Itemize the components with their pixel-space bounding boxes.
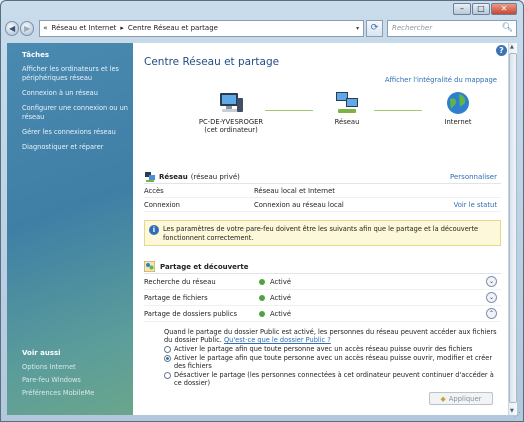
search-input[interactable]: Rechercher 🔍︎ — [387, 19, 518, 37]
sharing-row-public-folder[interactable]: Partage de dossiers publics Activé ⌃ — [144, 306, 501, 322]
minimize-button[interactable]: – — [453, 3, 471, 15]
network-row-key: Accès — [144, 186, 164, 195]
network-small-icon — [145, 171, 155, 182]
breadcrumb-item-network-center[interactable]: Centre Réseau et partage — [128, 24, 218, 32]
map-node-computer-sub: (cet ordinateur) — [204, 126, 258, 134]
radio-open-modify-create[interactable]: Activer le partage afin que toute person… — [164, 354, 501, 370]
see-also-firewall[interactable]: Pare-feu Windows — [22, 376, 130, 385]
maximize-button[interactable]: □ — [472, 3, 490, 15]
main-content: ? Centre Réseau et partage Afficher l'in… — [133, 43, 511, 415]
sharing-row-status: Activé — [270, 309, 292, 318]
window-controls: – □ ✕ — [453, 3, 517, 15]
sharing-icon — [144, 261, 155, 272]
network-row-access: Accès Réseau local et Internet — [144, 184, 501, 198]
chevron-up-icon[interactable]: ⌃ — [486, 308, 497, 319]
sidebar-item-manage-connections[interactable]: Gérer les connexions réseau — [22, 128, 130, 137]
see-also-mobileme[interactable]: Préférences MobileMe — [22, 389, 130, 398]
sidebar-item-setup-connection[interactable]: Configurer une connexion ou un réseau — [22, 104, 130, 122]
network-row-connection: Connexion Connexion au réseau local Voir… — [144, 198, 501, 212]
public-folder-description: Quand le partage du dossier Public est a… — [164, 328, 501, 344]
customize-link[interactable]: Personnaliser — [450, 173, 497, 181]
chevron-down-icon[interactable]: ⌄ — [486, 292, 497, 303]
radio-button-selected[interactable] — [164, 355, 171, 362]
radio-button[interactable] — [164, 372, 171, 379]
breadcrumb-separator-icon[interactable]: ▸ — [120, 24, 124, 32]
sharing-row-key: Partage de fichiers — [144, 293, 208, 302]
radio-button[interactable] — [164, 346, 171, 353]
search-icon[interactable]: 🔍︎ — [502, 23, 513, 33]
apply-button[interactable]: ◆ Appliquer — [429, 392, 493, 405]
back-button[interactable]: ◀ — [5, 20, 20, 36]
radio-label[interactable]: Désactiver le partage (les personnes con… — [174, 371, 501, 387]
firewall-info-banner: i Les paramètres de votre pare-feu doive… — [144, 220, 501, 246]
close-button[interactable]: ✕ — [491, 3, 517, 15]
map-link-line — [374, 110, 422, 111]
map-node-internet: Internet — [423, 90, 493, 126]
see-also-title: Voir aussi — [22, 349, 61, 357]
network-section-header: Réseau (réseau privé) Personnaliser — [144, 170, 501, 184]
resize-grip-icon[interactable]: ⋰ — [514, 411, 521, 419]
task-pane: Tâches Afficher les ordinateurs et les p… — [7, 43, 133, 415]
network-row-value: Réseau local et Internet — [254, 186, 335, 195]
map-node-network: Réseau — [312, 90, 382, 126]
map-node-network-label: Réseau — [334, 118, 360, 126]
vertical-scrollbar[interactable]: ▲ ▼ — [508, 43, 517, 415]
sharing-row-files[interactable]: Partage de fichiers Activé ⌄ — [144, 290, 501, 306]
help-icon[interactable]: ? — [496, 45, 507, 56]
see-also-internet-options[interactable]: Options Internet — [22, 363, 130, 372]
breadcrumb-item-network-internet[interactable]: Réseau et Internet — [52, 24, 117, 32]
sharing-row-status: Activé — [270, 293, 292, 302]
breadcrumb[interactable]: « Réseau et Internet ▸ Centre Réseau et … — [39, 19, 365, 37]
sharing-row-status: Activé — [270, 277, 292, 286]
map-node-computer-label: PC-DE-YVESROGER — [198, 118, 264, 126]
sharing-row-discovery[interactable]: Recherche du réseau Activé ⌄ — [144, 274, 501, 290]
globe-icon — [447, 92, 469, 114]
status-on-icon — [259, 278, 265, 285]
sharing-title: Partage et découverte — [160, 262, 249, 271]
refresh-button[interactable]: ⟳ — [366, 19, 383, 37]
sharing-row-key: Partage de dossiers publics — [144, 309, 238, 318]
network-map: PC-DE-YVESROGER (cet ordinateur) Réseau … — [144, 86, 501, 156]
network-row-key: Connexion — [144, 200, 180, 209]
network-row-value: Connexion au réseau local — [254, 200, 344, 209]
network-name: Réseau — [159, 172, 188, 181]
breadcrumb-chevron-icon: « — [43, 24, 48, 32]
radio-disable-sharing[interactable]: Désactiver le partage (les personnes con… — [164, 371, 501, 387]
public-folder-options: Quand le partage du dossier Public est a… — [144, 322, 501, 387]
sidebar-title: Tâches — [22, 51, 49, 59]
view-status-link[interactable]: Voir le statut — [454, 201, 497, 209]
status-on-icon — [259, 310, 265, 317]
public-folder-help-link[interactable]: Qu'est-ce que le dossier Public ? — [224, 336, 331, 344]
info-icon: i — [149, 225, 159, 235]
map-node-computer: PC-DE-YVESROGER (cet ordinateur) — [186, 90, 276, 134]
sidebar-item-diagnose[interactable]: Diagnostiquer et réparer — [22, 143, 130, 152]
shield-icon: ◆ — [440, 394, 446, 403]
sidebar-item-connect[interactable]: Connexion à un réseau — [22, 89, 130, 98]
chevron-down-icon[interactable]: ⌄ — [486, 276, 497, 287]
network-icon — [336, 92, 358, 113]
status-on-icon — [259, 294, 265, 301]
computer-icon — [220, 93, 243, 112]
see-also-section: Voir aussi Options Internet Pare-feu Win… — [22, 349, 130, 402]
search-placeholder: Rechercher — [392, 24, 433, 32]
map-node-internet-label: Internet — [444, 118, 472, 126]
apply-label: Appliquer — [448, 394, 482, 403]
window: – □ ✕ ◀ ▶ « Réseau et Internet ▸ Centre … — [0, 0, 524, 422]
firewall-note-text: Les paramètres de votre pare-feu doivent… — [163, 225, 479, 242]
sharing-section-header: Partage et découverte — [144, 260, 501, 274]
scrollbar-thumb[interactable] — [509, 53, 517, 403]
network-type: (réseau privé) — [190, 172, 240, 181]
page-title: Centre Réseau et partage — [144, 56, 280, 68]
radio-open-files[interactable]: Activer le partage afin que toute person… — [164, 345, 501, 353]
scroll-up-icon[interactable]: ▲ — [510, 44, 514, 50]
map-link-line — [265, 110, 313, 111]
sharing-row-key: Recherche du réseau — [144, 277, 216, 286]
radio-label[interactable]: Activer le partage afin que toute person… — [174, 354, 501, 370]
chevron-down-icon[interactable]: ▾ — [356, 25, 359, 32]
sidebar-item-view-computers[interactable]: Afficher les ordinateurs et les périphér… — [22, 65, 130, 83]
full-map-link[interactable]: Afficher l'intégralité du mappage — [144, 76, 497, 84]
address-toolbar: ◀ ▶ « Réseau et Internet ▸ Centre Réseau… — [5, 18, 518, 38]
forward-button[interactable]: ▶ — [20, 20, 35, 36]
radio-label[interactable]: Activer le partage afin que toute person… — [174, 345, 472, 353]
